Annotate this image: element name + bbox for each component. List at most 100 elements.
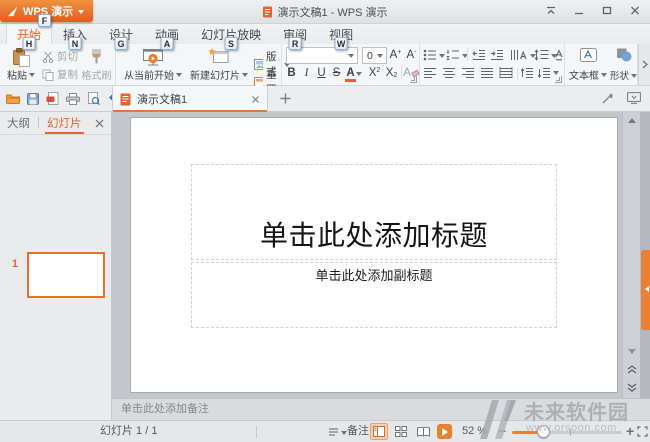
chevron-down-icon — [356, 72, 362, 79]
numbering-button[interactable] — [446, 49, 468, 61]
panel-tab-divider: | — [37, 117, 40, 129]
bold-button[interactable]: B — [284, 65, 299, 81]
bullets-button[interactable] — [423, 49, 445, 61]
ribbon-tab-bar: 开始H 插入N 设计G 动画A 幻灯片放映S 审阅R 视图W — [0, 24, 650, 44]
textbox-button[interactable]: 文本框 — [567, 45, 609, 84]
italic-button[interactable]: I — [299, 65, 314, 81]
subtitle-placeholder[interactable]: 单击此处添加副标题 — [191, 262, 557, 328]
open-file-icon[interactable] — [6, 93, 20, 104]
distribute-icon — [499, 67, 513, 78]
titlebar: WPS 演示 F 演示文稿1 - WPS 演示 — [0, 0, 650, 24]
window-title: 演示文稿1 - WPS 演示 — [262, 0, 387, 23]
align-left-icon — [423, 67, 437, 78]
notes-area[interactable]: 单击此处添加备注 — [112, 398, 650, 420]
play-from-current-button[interactable]: 从当前开始 — [121, 45, 185, 84]
zoom-in-button[interactable]: + — [626, 421, 634, 442]
export-pdf-icon[interactable] — [46, 92, 59, 105]
notes-lines-icon — [328, 428, 339, 437]
align-left-button[interactable] — [423, 67, 437, 78]
keytip-slideshow: S — [225, 37, 238, 50]
normal-view-button[interactable] — [370, 423, 388, 440]
character-spacing-button[interactable] — [555, 49, 563, 61]
format-painter-button[interactable]: 格式刷 — [79, 45, 114, 84]
close-icon — [95, 119, 104, 128]
document-tab[interactable]: 演示文稿1 — [112, 86, 268, 112]
strikethrough-button[interactable]: S — [329, 65, 344, 81]
reading-view-button[interactable] — [414, 423, 432, 440]
notes-toggle-label[interactable]: 备注 — [347, 421, 369, 442]
slide-sorter-view-button[interactable] — [392, 423, 410, 440]
copy-button[interactable]: 复制 — [42, 67, 78, 82]
text-direction-button[interactable] — [510, 49, 536, 61]
slide-panel-header: 大纲 | 幻灯片 — [0, 112, 111, 135]
document-icon — [262, 6, 272, 18]
notes-placeholder-text: 单击此处添加备注 — [121, 403, 209, 415]
status-bar: 幻灯片 1 / 1 备注 52 % − + — [0, 420, 650, 442]
subscript-button[interactable]: X2 — [384, 65, 399, 81]
shapes-button[interactable]: 形状 — [609, 45, 638, 84]
slide-thumbnail[interactable] — [27, 252, 105, 298]
increase-indent-button[interactable] — [490, 49, 504, 60]
paragraph-dialog-launcher[interactable] — [555, 76, 562, 83]
save-icon[interactable] — [27, 93, 39, 105]
tab-view[interactable]: 视图W — [318, 24, 364, 44]
font-color-button[interactable]: A — [343, 65, 365, 81]
character-spacing-icon — [555, 49, 563, 61]
justify-button[interactable] — [480, 67, 494, 78]
print-icon[interactable] — [66, 93, 80, 105]
line-spacing-button[interactable] — [534, 49, 557, 61]
new-tab-button[interactable] — [280, 93, 291, 104]
new-slide-button[interactable]: 新建幻灯片 — [188, 45, 250, 84]
tab-review[interactable]: 审阅R — [272, 24, 318, 44]
double-chevron-up-icon — [627, 365, 637, 374]
normal-view-icon — [373, 426, 385, 437]
slideshow-play-button[interactable] — [437, 424, 452, 439]
collapse-ribbon-icon — [545, 5, 557, 16]
superscript-button[interactable]: X2 — [367, 65, 382, 81]
vertical-scrollbar[interactable] — [622, 112, 640, 398]
skin-settings-icon[interactable] — [601, 92, 614, 105]
decrease-indent-button[interactable] — [472, 49, 486, 60]
tab-home[interactable]: 开始H — [6, 24, 52, 44]
tab-slides[interactable]: 幻灯片 — [47, 112, 82, 134]
close-button[interactable] — [622, 1, 647, 20]
underline-button[interactable]: U — [314, 65, 329, 81]
zoom-slider-knob[interactable] — [537, 425, 550, 438]
cut-button[interactable]: 剪切 — [42, 49, 78, 64]
font-size-combo[interactable]: 0 — [362, 47, 387, 64]
collapse-ribbon-button[interactable] — [538, 1, 563, 20]
fit-to-window-button[interactable] — [637, 426, 648, 437]
close-panel-button[interactable] — [95, 119, 104, 128]
workspace-icon[interactable] — [627, 92, 641, 104]
font-dialog-launcher[interactable] — [410, 76, 417, 83]
grow-font-button[interactable]: A+ — [388, 47, 403, 63]
notes-menu-button[interactable] — [328, 427, 347, 438]
scroll-down-button[interactable] — [623, 344, 640, 358]
tab-animation[interactable]: 动画A — [144, 24, 190, 44]
minimize-button[interactable] — [566, 1, 591, 20]
ribbon-scroll-right-button[interactable] — [638, 44, 650, 85]
previous-slide-button[interactable] — [623, 362, 640, 376]
shrink-font-button[interactable]: A- — [404, 47, 419, 63]
print-preview-icon[interactable] — [87, 92, 100, 105]
scroll-up-button[interactable] — [623, 113, 640, 127]
slide-canvas[interactable]: 单击此处添加标题 单击此处添加副标题 — [131, 118, 617, 392]
increase-para-indent-button[interactable] — [521, 67, 534, 78]
paste-button[interactable]: 粘贴 — [3, 45, 39, 84]
close-tab-icon[interactable] — [251, 95, 260, 104]
zoom-out-button[interactable]: − — [498, 421, 506, 442]
maximize-button[interactable] — [594, 1, 619, 20]
chevron-right-icon — [642, 60, 648, 69]
tab-slideshow[interactable]: 幻灯片放映S — [190, 24, 272, 44]
align-center-button[interactable] — [442, 67, 456, 78]
align-right-button[interactable] — [461, 67, 475, 78]
next-slide-button[interactable] — [623, 380, 640, 394]
distribute-button[interactable] — [499, 67, 513, 78]
maximize-icon — [601, 5, 613, 16]
task-pane-handle[interactable] — [641, 250, 650, 330]
clipboard-group: 粘贴 剪切 复制 格式刷 — [0, 44, 116, 85]
title-placeholder[interactable]: 单击此处添加标题 — [191, 164, 557, 260]
tab-insert[interactable]: 插入N — [52, 24, 98, 44]
tab-design[interactable]: 设计G — [98, 24, 144, 44]
tab-outline[interactable]: 大纲 — [7, 115, 30, 131]
